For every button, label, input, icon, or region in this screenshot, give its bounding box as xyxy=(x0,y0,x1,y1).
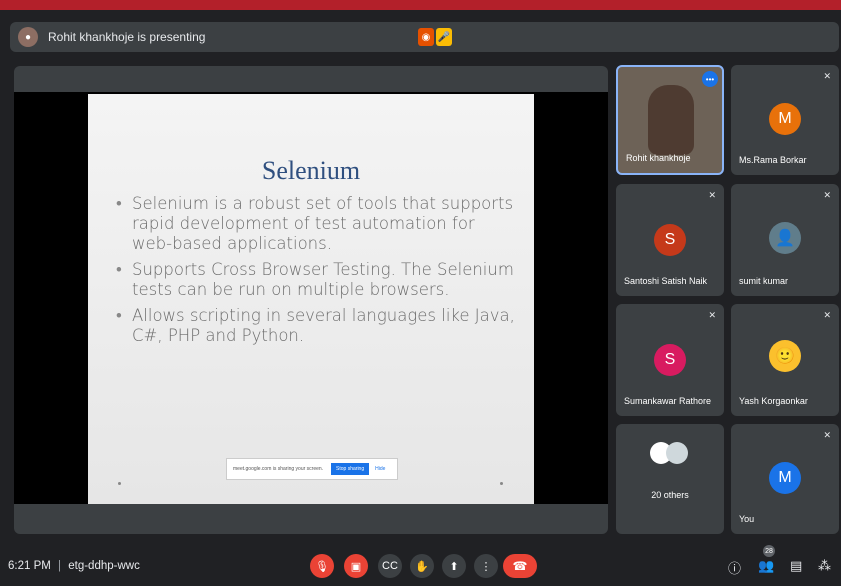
hide-notice-button[interactable]: Hide xyxy=(375,466,385,472)
self-name: You xyxy=(739,514,755,524)
mic-off-icon: ✕ xyxy=(708,190,716,200)
slide-bullet: Supports Cross Browser Testing. The Sele… xyxy=(116,260,516,300)
meeting-time: 6:21 PM xyxy=(8,560,51,572)
screen-share-notice: meet.google.com is sharing your screen. … xyxy=(226,458,398,480)
camera-off-button[interactable]: ▣ xyxy=(344,554,368,578)
speaking-icon: ••• xyxy=(702,71,718,87)
people-icon[interactable]: 👥 xyxy=(758,558,774,574)
firefox-icon[interactable]: ◉ xyxy=(418,28,434,46)
participant-name: Sumankawar Rathore xyxy=(624,396,712,406)
participant-name: Ms.Rama Borkar xyxy=(739,155,807,165)
presentation-slide: Selenium Selenium is a robust set of too… xyxy=(88,94,534,504)
participant-name: Yash Korgaonkar xyxy=(739,396,808,406)
mic-off-icon: ✕ xyxy=(823,310,831,320)
slide-bullet: Allows scripting in several languages li… xyxy=(116,306,516,346)
top-color-bar xyxy=(0,0,841,10)
slide-bullets: Selenium is a robust set of tools that s… xyxy=(116,194,516,352)
participant-avatar: S xyxy=(654,344,686,376)
captions-button[interactable]: CC xyxy=(378,554,402,578)
slide-bullet: Selenium is a robust set of tools that s… xyxy=(116,194,516,254)
mic-indicator-icon[interactable]: 🎤 xyxy=(436,28,452,46)
participant-photo-avatar: 👤 xyxy=(769,222,801,254)
presentation-stage: Selenium Selenium is a robust set of too… xyxy=(14,66,608,534)
self-tile[interactable]: ✕ M You xyxy=(731,424,839,534)
mic-off-icon: ✕ xyxy=(708,310,716,320)
participant-count-badge: 28 xyxy=(763,545,775,557)
participant-tile[interactable]: ✕ 🙂 Yash Korgaonkar xyxy=(731,304,839,416)
participant-tile[interactable]: ••• Rohit khankhoje xyxy=(616,65,724,175)
chat-icon[interactable]: ▤ xyxy=(790,558,802,574)
others-count: 20 others xyxy=(651,490,689,500)
meeting-details-icon[interactable]: ⓘ xyxy=(728,558,741,577)
mic-off-icon: ✕ xyxy=(823,430,831,440)
stop-sharing-button[interactable]: Stop sharing xyxy=(331,463,370,475)
slide-dot xyxy=(118,482,121,485)
participant-video xyxy=(648,85,694,155)
mic-off-icon: ✕ xyxy=(823,190,831,200)
participant-avatar: M xyxy=(769,103,801,135)
participant-name: Santoshi Satish Naik xyxy=(624,276,708,286)
participant-tile[interactable]: ✕ M Ms.Rama Borkar xyxy=(731,65,839,175)
activities-icon[interactable]: ⁂ xyxy=(818,558,831,574)
presenter-avatar: ● xyxy=(18,27,38,47)
participant-name: sumit kumar xyxy=(739,276,789,286)
participant-tile[interactable]: ✕ 👤 sumit kumar xyxy=(731,184,839,296)
presenting-text: Rohit khankhoje is presenting xyxy=(48,30,206,44)
meeting-info: 6:21 PM | etg-ddhp-wwc xyxy=(8,560,140,572)
info-separator: | xyxy=(58,560,62,572)
others-avatar xyxy=(666,442,688,464)
present-button[interactable]: ⬆ xyxy=(442,554,466,578)
mic-off-icon: ✕ xyxy=(823,71,831,81)
meeting-code: etg-ddhp-wwc xyxy=(68,560,140,572)
participant-name: Rohit khankhoje xyxy=(626,153,691,163)
self-avatar: M xyxy=(769,462,801,494)
mic-off-button[interactable]: 🎙 xyxy=(310,554,334,578)
participant-tile[interactable]: ✕ S Sumankawar Rathore xyxy=(616,304,724,416)
participant-avatar: S xyxy=(654,224,686,256)
participant-tile[interactable]: ✕ S Santoshi Satish Naik xyxy=(616,184,724,296)
slide-dot xyxy=(500,482,503,485)
share-notice-text: meet.google.com is sharing your screen. xyxy=(233,466,324,472)
slide-title: Selenium xyxy=(261,156,361,185)
more-options-icon[interactable]: ⋮ xyxy=(474,554,498,578)
participant-photo-avatar: 🙂 xyxy=(769,340,801,372)
end-call-button[interactable]: ☎ xyxy=(503,554,537,578)
others-tile[interactable]: 20 others xyxy=(616,424,724,534)
raise-hand-button[interactable]: ✋ xyxy=(410,554,434,578)
meeting-control-bar: 6:21 PM | etg-ddhp-wwc 🎙 ▣ CC ✋ ⬆ ⋮ ☎ ⓘ … xyxy=(0,546,841,586)
presenting-banner: ● Rohit khankhoje is presenting ◉ 🎤 xyxy=(10,22,839,52)
